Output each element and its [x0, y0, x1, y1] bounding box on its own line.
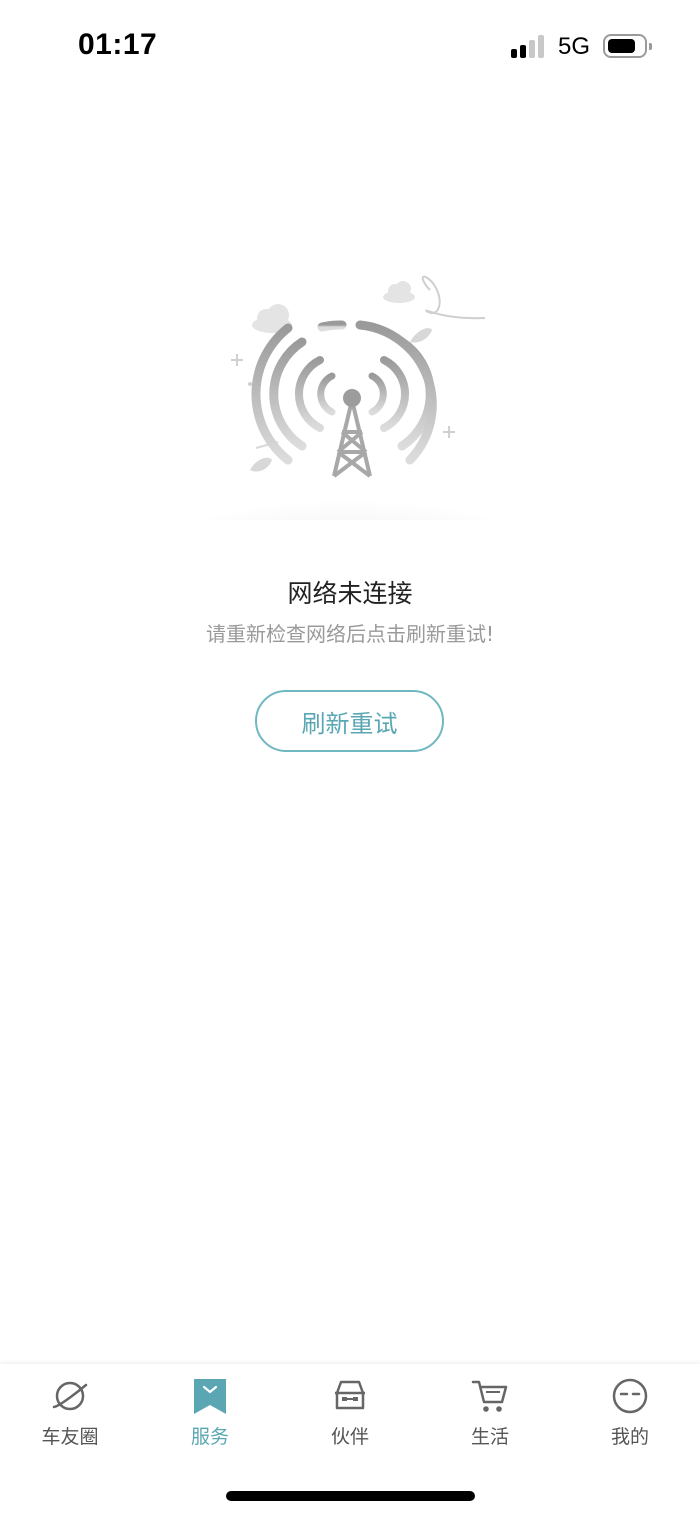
tab-label: 伙伴 [330, 1426, 369, 1448]
tab-partner[interactable]: 伙伴 [280, 1376, 420, 1456]
tab-chat-circle[interactable]: 车友圈 [0, 1376, 140, 1456]
face-icon [610, 1376, 650, 1416]
cloud-icon [383, 281, 415, 303]
signal-strength-icon [511, 34, 549, 58]
tab-mine[interactable]: 我的 [560, 1376, 700, 1456]
car-front-icon [330, 1376, 370, 1416]
battery-icon [603, 34, 652, 58]
network-type: 5G [558, 33, 591, 60]
empty-state-title: 网络未连接 [287, 579, 413, 608]
tab-label: 服务 [190, 1426, 229, 1448]
tab-life[interactable]: 生活 [420, 1376, 560, 1456]
planet-icon [50, 1376, 90, 1416]
empty-state-subtitle: 请重新检查网络后点击刷新重试! [205, 622, 495, 646]
home-indicator [226, 1491, 475, 1501]
refresh-retry-button[interactable]: 刷新重试 [255, 690, 444, 752]
tab-service[interactable]: 服务 [140, 1376, 280, 1456]
tab-label: 车友圈 [41, 1426, 99, 1448]
shopping-cart-icon [470, 1376, 510, 1416]
bookmark-icon [190, 1376, 230, 1416]
no-network-illustration [170, 270, 530, 560]
tab-label: 生活 [470, 1426, 509, 1448]
status-bar: 01:17 5G [0, 0, 700, 92]
tab-label: 我的 [610, 1426, 649, 1448]
status-time: 01:17 [78, 28, 158, 61]
